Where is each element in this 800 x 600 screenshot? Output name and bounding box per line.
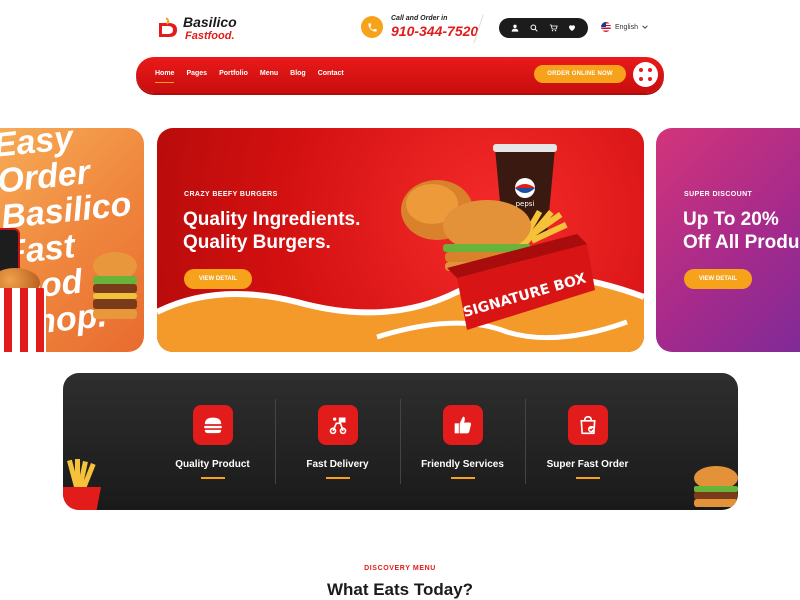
feature-label: Super Fast Order (546, 459, 629, 470)
chicken-bucket-image (0, 288, 46, 352)
nav-menu[interactable]: Menu (260, 70, 278, 77)
discovery-title: What Eats Today? (326, 580, 474, 599)
site-logo[interactable]: Basilico Fastfood. (157, 14, 237, 42)
nav-home[interactable]: Home (155, 70, 175, 83)
menu-grid-button[interactable] (633, 62, 658, 87)
nav-portfolio[interactable]: Portfolio (219, 70, 248, 77)
nav-pages[interactable]: Pages (186, 70, 207, 77)
burger-icon (192, 405, 233, 445)
feature-quality-product: Quality Product (150, 373, 275, 510)
signature-box-image: pepsi SIGNATURE BOX (401, 144, 595, 330)
slide-main[interactable]: pepsi SIGNATURE BOX CRAZY BEEFY BURGERS (157, 128, 644, 352)
cup-label: pepsi (516, 200, 535, 208)
slide-title: Quality Ingredients. Quality Burgers. (183, 208, 360, 254)
grid-dot-icon (648, 68, 652, 72)
logo-text: Basilico Fastfood. (183, 14, 237, 42)
feature-label: Quality Product (175, 459, 250, 470)
feature-super-fast-order: Super Fast Order (525, 373, 650, 510)
features-bar: Quality Product Fast Delivery Friendly S… (63, 373, 738, 510)
chevron-down-icon (642, 24, 648, 31)
language-selector[interactable]: English (601, 22, 648, 32)
feature-underline (325, 477, 350, 479)
main-navbar: Home Pages Portfolio Menu Blog Contact O… (136, 57, 664, 93)
phone-icon (361, 16, 383, 38)
slide-left[interactable]: Easy Order Basilico Fast food Shop. (0, 128, 144, 352)
grid-dot-icon (639, 77, 643, 81)
us-flag-icon (601, 22, 611, 32)
delivery-icon (317, 405, 358, 445)
cart-icon[interactable] (546, 21, 560, 35)
feature-label: Friendly Services (421, 459, 504, 470)
page: Basilico Fastfood. Call and Order in 910… (0, 0, 800, 600)
order-online-button[interactable]: ORDER ONLINE NOW (534, 65, 626, 83)
call-to-order[interactable]: Call and Order in 910-344-7520 (361, 15, 478, 39)
call-label: Call and Order in (391, 15, 448, 22)
burger-decoration (694, 466, 738, 507)
slide-title: Up To 20% Off All Products (683, 208, 800, 254)
language-label: English (615, 23, 638, 31)
feature-fast-delivery: Fast Delivery (275, 373, 400, 510)
view-detail-button[interactable]: VIEW DETAIL (684, 269, 752, 289)
grid-dot-icon (639, 68, 643, 72)
slide-right[interactable]: SUPER DISCOUNT Up To 20% Off All Product… (656, 128, 800, 352)
feature-label: Fast Delivery (306, 459, 369, 470)
burger-stack-image (93, 252, 137, 319)
thumbs-up-icon (442, 405, 483, 445)
nav-links: Home Pages Portfolio Menu Blog Contact (155, 70, 344, 83)
slide-title-line1: Quality Ingredients. (183, 209, 361, 230)
feature-friendly-services: Friendly Services (400, 373, 525, 510)
slide-title-line2: Off All Products (683, 232, 800, 253)
nav-blog[interactable]: Blog (290, 70, 306, 77)
feature-underline (575, 477, 600, 479)
feature-underline (450, 477, 475, 479)
slide-title-line2: Quality Burgers. (183, 232, 331, 253)
grid-dot-icon (648, 77, 652, 81)
slide-eyebrow: SUPER DISCOUNT (684, 191, 753, 198)
shopping-bag-icon (567, 405, 608, 445)
header-actions (499, 18, 588, 38)
fries-decoration (63, 459, 101, 510)
slide-eyebrow: CRAZY BEEFY BURGERS (184, 191, 278, 198)
logo-icon (157, 17, 179, 39)
nav-contact[interactable]: Contact (318, 70, 344, 77)
phone-number[interactable]: 910-344-7520 (391, 23, 478, 39)
view-detail-button[interactable]: VIEW DETAIL (184, 269, 252, 289)
user-icon[interactable] (508, 21, 522, 35)
feature-underline (200, 477, 225, 479)
search-icon[interactable] (527, 21, 541, 35)
logo-line2: Fastfood. (185, 30, 235, 42)
discovery-eyebrow: DISCOVERY MENU (364, 565, 436, 572)
logo-line1: Basilico (183, 14, 237, 30)
heart-icon[interactable] (565, 21, 579, 35)
slide-title-line1: Up To 20% (683, 209, 779, 230)
